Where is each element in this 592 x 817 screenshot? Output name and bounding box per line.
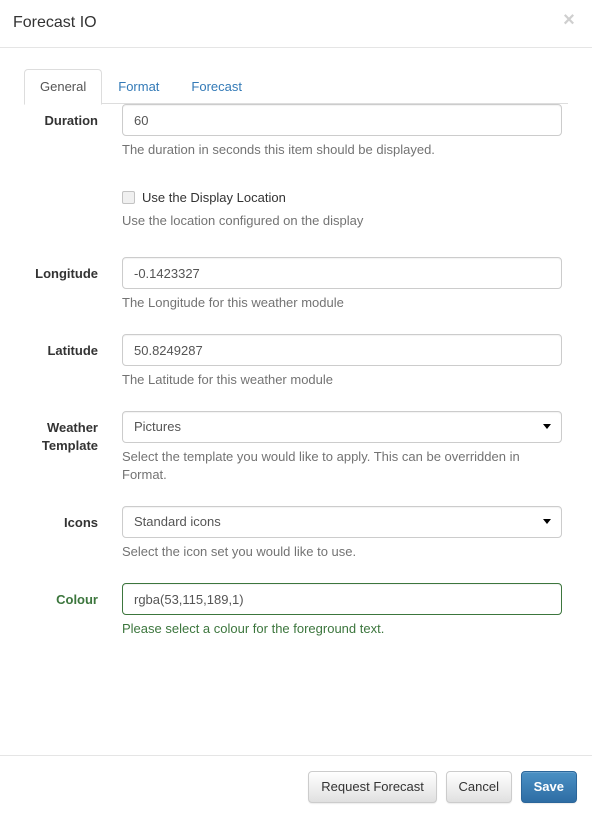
- longitude-label: Longitude: [35, 266, 98, 281]
- checkbox-icon[interactable]: [122, 191, 135, 204]
- latitude-label: Latitude: [47, 343, 98, 358]
- icons-form-group: Icons Standard icons Select the icon set…: [0, 506, 592, 561]
- tab-format[interactable]: Format: [102, 69, 175, 105]
- duration-help-text: The duration in seconds this item should…: [122, 142, 435, 157]
- tab-general-link[interactable]: General: [24, 69, 103, 105]
- weather-template-help-text: Select the template you would like to ap…: [122, 449, 520, 482]
- use-display-location-checkbox-label[interactable]: Use the Display Location: [122, 189, 562, 207]
- use-display-location-form-group: Use the Display Location Use the locatio…: [0, 187, 592, 230]
- colour-help-text: Please select a colour for the foregroun…: [122, 621, 385, 636]
- dialog-title: Forecast IO: [13, 14, 97, 31]
- icons-select[interactable]: Standard icons: [122, 506, 562, 538]
- dialog-footer: Request Forecast Cancel Save: [0, 755, 592, 817]
- tab-forecast-link[interactable]: Forecast: [175, 69, 258, 105]
- colour-form-group: Colour Please select a colour for the fo…: [0, 583, 592, 638]
- duration-input[interactable]: [122, 104, 562, 136]
- duration-label: Duration: [44, 113, 98, 128]
- tab-format-link[interactable]: Format: [102, 69, 175, 105]
- tab-list: General Format Forecast: [24, 69, 568, 105]
- latitude-field-wrap: The Latitude for this weather module: [122, 334, 562, 389]
- icons-select-wrap: Standard icons: [122, 506, 562, 538]
- cancel-button[interactable]: Cancel: [445, 771, 512, 803]
- close-icon[interactable]: ×: [559, 9, 579, 31]
- tab-bar: General Format Forecast: [24, 69, 568, 105]
- colour-label: Colour: [56, 592, 98, 607]
- colour-field-wrap: Please select a colour for the foregroun…: [122, 583, 562, 638]
- icons-label: Icons: [64, 515, 98, 530]
- longitude-field-wrap: The Longitude for this weather module: [122, 257, 562, 312]
- longitude-form-group: Longitude The Longitude for this weather…: [0, 257, 592, 312]
- weather-template-select-wrap: Pictures: [122, 411, 562, 443]
- icons-help-text: Select the icon set you would like to us…: [122, 544, 357, 559]
- use-display-location-label-text: Use the Display Location: [142, 190, 286, 205]
- use-display-location-field-wrap: Use the Display Location Use the locatio…: [122, 187, 562, 230]
- latitude-form-group: Latitude The Latitude for this weather m…: [0, 334, 592, 389]
- weather-template-label-line1: Weather: [46, 420, 98, 435]
- latitude-help-text: The Latitude for this weather module: [122, 372, 334, 387]
- weather-template-form-group: Weather Template Pictures Select the tem…: [0, 411, 592, 484]
- forecast-io-dialog: Forecast IO × General Format Forecast Du…: [0, 0, 592, 817]
- colour-input[interactable]: [122, 583, 562, 615]
- tab-general[interactable]: General: [24, 69, 103, 105]
- tab-forecast[interactable]: Forecast: [175, 69, 258, 105]
- latitude-input[interactable]: [122, 334, 562, 366]
- use-display-location-help-text: Use the location configured on the displ…: [122, 213, 364, 228]
- longitude-input[interactable]: [122, 257, 562, 289]
- dialog-header: Forecast IO ×: [0, 0, 592, 48]
- request-forecast-button[interactable]: Request Forecast: [308, 771, 437, 803]
- duration-form-group: Duration The duration in seconds this it…: [0, 104, 592, 159]
- save-button[interactable]: Save: [520, 771, 577, 803]
- weather-template-field-wrap: Pictures Select the template you would l…: [122, 411, 562, 484]
- weather-template-label-line2: Template: [41, 438, 98, 453]
- icons-field-wrap: Standard icons Select the icon set you w…: [122, 506, 562, 561]
- duration-field-wrap: The duration in seconds this item should…: [122, 104, 562, 159]
- general-tab-panel: Duration The duration in seconds this it…: [0, 104, 592, 653]
- use-display-location-spacer: [24, 187, 98, 195]
- weather-template-label: Weather Template: [24, 411, 98, 455]
- weather-template-select[interactable]: Pictures: [122, 411, 562, 443]
- longitude-help-text: The Longitude for this weather module: [122, 295, 344, 310]
